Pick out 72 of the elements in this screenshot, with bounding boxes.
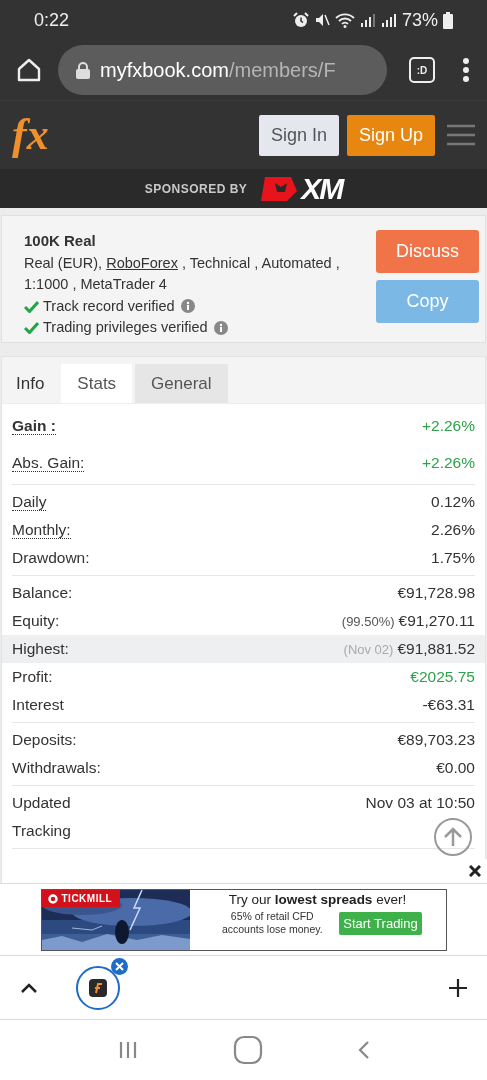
battery-icon — [443, 11, 453, 29]
account-details: Real (EUR), RoboForex , Technical , Automated , 1:1000 , MetaTrader 4 — [24, 253, 341, 294]
stat-label: Equity: — [12, 612, 60, 629]
alarm-icon — [292, 12, 309, 28]
home-button-icon[interactable] — [232, 1035, 263, 1065]
stat-value: +2.26% — [422, 453, 475, 472]
stat-label: Tracking — [12, 822, 71, 839]
site-favicon-icon — [89, 978, 107, 997]
tab[interactable]: Stats — [61, 364, 133, 403]
stat-label: Balance: — [12, 584, 73, 601]
wifi-icon — [334, 12, 355, 28]
stat-label: Drawdown: — [12, 549, 90, 566]
stat-value: +2.26% — [422, 416, 475, 435]
add-tab-icon[interactable] — [449, 978, 467, 997]
logo-icon — [47, 893, 58, 904]
arrow-up-icon — [444, 827, 462, 847]
stat-label: Interest — [12, 696, 64, 713]
browser-tab[interactable] — [76, 957, 128, 1010]
stat-value: Nov 03 at 10:50 — [365, 794, 475, 812]
info-icon[interactable] — [180, 299, 195, 314]
stat-value: €91,881.52 — [397, 640, 475, 658]
stat-value: 1.75% — [431, 549, 475, 567]
stat-value: €0.00 — [436, 759, 475, 777]
stat-label: Gain : — [12, 416, 56, 435]
back-icon[interactable] — [357, 1040, 370, 1060]
signal-icon — [359, 12, 376, 28]
stat-label: Daily — [12, 493, 47, 511]
broker-link[interactable]: RoboForex — [106, 254, 178, 271]
section-title: Info — [16, 374, 45, 394]
mute-icon — [313, 12, 330, 28]
stat-value: €91,728.98 — [397, 584, 475, 602]
verification-label: Track record verified — [43, 296, 175, 316]
info-icon[interactable] — [213, 320, 228, 335]
account-title: 100K Real — [24, 231, 97, 251]
signal-icon — [380, 12, 397, 28]
sign-in-button[interactable]: Sign In — [258, 114, 339, 156]
risk-disclaimer: 65% of retail CFD accounts lose money. — [220, 910, 324, 936]
ad-banner[interactable]: TICKMILL Try our lowest spreads ever! 65% of retail CFD accounts lose money. Start Trading — [40, 889, 447, 951]
brand-label: TICKMILL — [41, 890, 121, 907]
stat-label: Abs. Gain: — [12, 453, 85, 472]
stat-value: 0.12% — [431, 493, 475, 511]
lock-icon — [76, 61, 90, 79]
site-logo[interactable]: fx — [12, 113, 49, 157]
tab-switcher-button[interactable]: :D — [409, 57, 435, 83]
tab[interactable]: General — [135, 364, 228, 403]
clock-time: 0:22 — [34, 9, 70, 31]
recent-apps-icon[interactable] — [117, 1041, 138, 1059]
home-icon[interactable] — [16, 57, 42, 83]
stat-label: Profit: — [12, 668, 53, 685]
sponsor-logo: XM — [301, 171, 343, 206]
stat-value: €91,270.11 — [398, 612, 475, 630]
chevron-up-icon[interactable] — [20, 981, 38, 994]
more-menu-icon[interactable] — [461, 57, 471, 83]
stat-label: Deposits: — [12, 731, 77, 748]
ad-headline: Try our lowest spreads ever! — [228, 892, 407, 907]
stat-value: €89,703.23 — [397, 731, 475, 749]
stat-value: €2025.75 — [410, 668, 475, 686]
url-field[interactable]: myfxbook.com/members/F — [58, 45, 387, 95]
sponsor-label: SPONSORED BY — [144, 181, 248, 196]
stat-label: Withdrawals: — [12, 759, 101, 776]
battery-percent: 73% — [401, 9, 438, 31]
close-icon — [469, 865, 481, 877]
stat-label: Updated — [12, 794, 71, 811]
menu-icon[interactable] — [447, 124, 475, 146]
stat-value: 2.26% — [431, 521, 475, 539]
stat-value: -€63.31 — [422, 696, 475, 714]
stat-label: Monthly: — [12, 521, 71, 539]
verification-label: Trading privileges verified — [43, 318, 208, 337]
stat-note: (Nov 02) — [343, 641, 394, 657]
close-tab-icon[interactable] — [111, 957, 128, 975]
stat-note: (99.50%) — [341, 613, 395, 629]
stat-label: Highest: — [12, 640, 69, 657]
